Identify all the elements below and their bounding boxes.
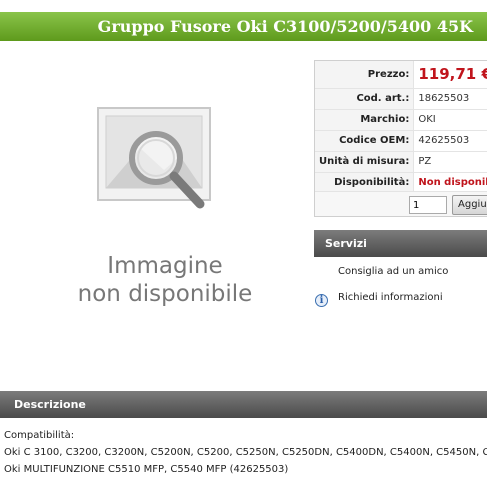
- oem-row: Codice OEM: 42625503: [315, 130, 487, 152]
- product-title: Gruppo Fusore Oki C3100/5200/5400 45K: [0, 12, 487, 41]
- image-unavailable-line1: Immagine: [107, 253, 223, 279]
- unit-label: Unità di misura:: [315, 151, 415, 173]
- code-value: 18625503: [413, 88, 487, 110]
- compatibility-label: Compatibilità:: [4, 430, 75, 441]
- add-to-cart-row: Aggiungi: [315, 191, 487, 216]
- oem-value: 42625503: [413, 130, 487, 152]
- oem-label: Codice OEM:: [315, 130, 415, 152]
- image-unavailable-line2: non disponibile: [77, 281, 253, 307]
- price-label: Prezzo:: [315, 61, 415, 89]
- recommend-friend-link[interactable]: Consiglia ad un amico: [338, 266, 448, 277]
- unit-row: Unità di misura: PZ: [315, 151, 487, 173]
- price-row: Prezzo: 119,71 €: [315, 61, 487, 89]
- add-to-cart-button[interactable]: Aggiungi: [452, 195, 487, 215]
- availability-value: Non disponibile: [413, 172, 487, 194]
- description-body: Compatibilità: Oki C 3100, C3200, C3200N…: [4, 427, 487, 478]
- image-unavailable-caption: Immagine non disponibile: [50, 252, 280, 308]
- product-details-table: Prezzo: 119,71 € Cod. art.: 18625503 Mar…: [315, 61, 487, 194]
- description-header: Descrizione: [0, 391, 487, 418]
- request-info-link[interactable]: Richiedi informazioni: [338, 292, 443, 303]
- code-label: Cod. art.:: [315, 88, 415, 110]
- brand-row: Marchio: OKI: [315, 109, 487, 131]
- product-details-box: Prezzo: 119,71 € Cod. art.: 18625503 Mar…: [314, 60, 487, 217]
- magnifier-photo-icon: [97, 107, 211, 209]
- availability-label: Disponibilità:: [315, 172, 415, 194]
- unit-value: PZ: [413, 151, 487, 173]
- services-header: Servizi: [314, 230, 487, 257]
- info-icon[interactable]: i: [315, 294, 328, 307]
- code-row: Cod. art.: 18625503: [315, 88, 487, 110]
- quantity-input[interactable]: [409, 196, 447, 214]
- brand-label: Marchio:: [315, 109, 415, 131]
- product-image-placeholder: Immagine non disponibile: [50, 100, 280, 315]
- brand-value: OKI: [413, 109, 487, 131]
- compatibility-line-2: Oki MULTIFUNZIONE C5510 MFP, C5540 MFP (…: [4, 464, 289, 475]
- compatibility-line-1: Oki C 3100, C3200, C3200N, C5200N, C5200…: [4, 447, 487, 458]
- availability-row: Disponibilità: Non disponibile: [315, 172, 487, 194]
- price-value: 119,71 €: [413, 61, 487, 89]
